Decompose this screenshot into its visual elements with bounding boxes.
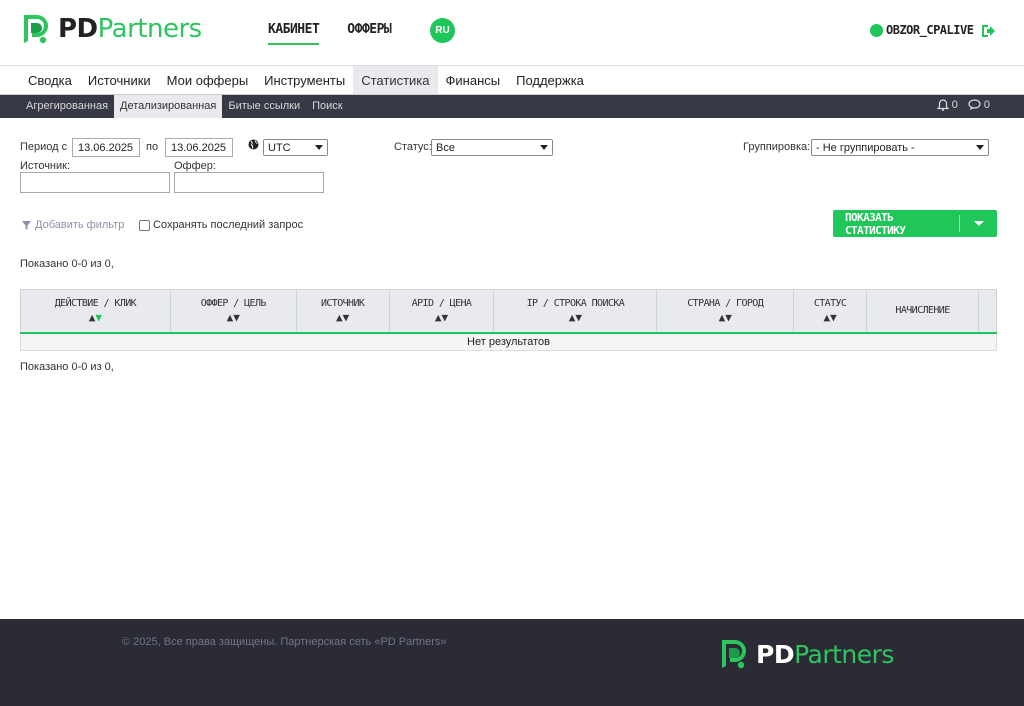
checkbox[interactable] — [139, 219, 150, 231]
user-menu[interactable]: OBZOR_CPALIVE — [870, 23, 974, 37]
column-label: ДЕЙСТВИЕ / КЛИК — [54, 297, 137, 309]
online-status-icon — [870, 23, 883, 37]
chevron-down-icon — [976, 145, 984, 150]
status-label: Статус: — [394, 141, 432, 153]
sort-icon[interactable]: ▲▼ — [657, 311, 793, 324]
mainnav-sources[interactable]: Источники — [80, 66, 159, 94]
footer: © 2025, Все права защищены. Партнерская … — [0, 619, 1024, 706]
column-label: APID / ЦЕНА — [411, 297, 472, 309]
shown-count-bottom: Показано 0-0 из 0, — [20, 361, 114, 373]
grouping-label: Группировка: — [743, 141, 811, 153]
column-header-accrual: НАЧИСЛЕНИЕ — [866, 289, 979, 334]
save-last-query-label: Сохранять последний запрос — [153, 219, 304, 231]
globe-icon — [248, 139, 259, 150]
messages-count: 0 — [983, 99, 990, 111]
sort-icon[interactable]: ▲▼ — [494, 311, 656, 324]
column-header-status[interactable]: СТАТУС ▲▼ — [793, 289, 868, 334]
sort-icon[interactable]: ▲▼ — [794, 311, 866, 324]
footer-logo-text-light: Partners — [794, 639, 894, 669]
column-header-source[interactable]: ИСТОЧНИК ▲▼ — [295, 289, 390, 334]
username: OBZOR_CPALIVE — [886, 23, 974, 37]
date-from-input[interactable] — [72, 138, 140, 157]
logo[interactable]: PDPartners — [20, 13, 202, 45]
source-label: Источник: — [20, 160, 71, 172]
timezone-value: UTC — [268, 141, 291, 154]
subnav-aggregated[interactable]: Агрегированная — [20, 95, 114, 118]
shown-count-top: Показано 0-0 из 0, — [20, 258, 114, 270]
sub-nav: Агрегированная Детализированная Битые сс… — [0, 95, 1024, 118]
to-label: по — [146, 141, 159, 153]
footer-logo-text-bold: PD — [756, 639, 795, 669]
logo-text-light: Partners — [97, 14, 203, 44]
table-row: Нет результатов — [20, 332, 997, 351]
pd-logo-icon — [24, 15, 48, 44]
column-label: IP / СТРОКА ПОИСКА — [526, 297, 625, 309]
save-last-query-checkbox[interactable]: Сохранять последний запрос — [139, 219, 303, 231]
bell-icon — [936, 99, 949, 111]
mainnav-summary[interactable]: Сводка — [20, 66, 80, 94]
topnav-cabinet[interactable]: КАБИНЕТ — [268, 22, 320, 45]
statistics-table: ДЕЙСТВИЕ / КЛИК ▲▼ ОФФЕР / ЦЕЛЬ ▲▼ ИСТОЧНИ… — [20, 289, 998, 351]
column-label: НАЧИСЛЕНИЕ — [895, 305, 950, 317]
column-header-action-click[interactable]: ДЕЙСТВИЕ / КЛИК ▲▼ — [20, 289, 171, 334]
messages-notification[interactable]: 0 — [968, 99, 990, 111]
offer-input[interactable] — [174, 172, 324, 193]
status-value: Все — [436, 141, 455, 154]
grouping-value: - Не группировать - — [816, 141, 915, 154]
pd-logo-icon — [722, 640, 746, 669]
subnav-detailed[interactable]: Детализированная — [114, 95, 223, 118]
subnav-search[interactable]: Поиск — [306, 95, 348, 118]
column-header-apid-price[interactable]: APID / ЦЕНА ▲▼ — [388, 289, 495, 334]
grouping-select[interactable]: - Не группировать - — [811, 139, 989, 156]
top-nav: КАБИНЕТ ОФФЕРЫ — [268, 22, 392, 45]
logout-icon[interactable] — [981, 24, 995, 38]
add-filter-label: Добавить фильтр — [35, 219, 125, 231]
mainnav-support[interactable]: Поддержка — [508, 66, 592, 94]
sort-icon[interactable]: ▲▼ — [21, 311, 170, 324]
column-label: ИСТОЧНИК — [320, 297, 365, 309]
column-label: ОФФЕР / ЦЕЛЬ — [200, 297, 267, 309]
sort-icon[interactable]: ▲▼ — [297, 311, 389, 324]
mainnav-statistics[interactable]: Статистика — [353, 66, 438, 94]
column-header-extra — [977, 289, 998, 334]
show-statistics-label: ПОКАЗАТЬ СТАТИСТИКУ — [845, 210, 906, 237]
copyright: © 2025, Все права защищены. Партнерская … — [122, 636, 447, 648]
bell-count: 0 — [951, 99, 958, 111]
main-nav: Сводка Источники Мои офферы Инструменты … — [0, 66, 1024, 95]
sort-icon[interactable]: ▲▼ — [390, 311, 494, 324]
top-bar: PDPartners КАБИНЕТ ОФФЕРЫ RU OBZOR_CPALI… — [0, 0, 1024, 66]
filter-icon — [22, 220, 31, 230]
bell-notification[interactable]: 0 — [936, 99, 958, 111]
topnav-offers[interactable]: ОФФЕРЫ — [347, 22, 391, 45]
show-statistics-button[interactable]: ПОКАЗАТЬ СТАТИСТИКУ — [833, 210, 997, 237]
offer-label: Оффер: — [174, 160, 216, 172]
column-header-offer-goal[interactable]: ОФФЕР / ЦЕЛЬ ▲▼ — [169, 289, 297, 334]
source-input[interactable] — [20, 172, 170, 193]
notifications: 0 0 — [936, 99, 990, 111]
show-options-dropdown[interactable] — [960, 221, 997, 226]
chat-icon — [968, 99, 981, 110]
chevron-down-icon — [540, 145, 548, 150]
language-button[interactable]: RU — [430, 18, 455, 43]
column-label: СТАТУС — [813, 297, 847, 309]
mainnav-my-offers[interactable]: Мои офферы — [159, 66, 257, 94]
timezone-select[interactable]: UTC — [263, 139, 328, 156]
mainnav-tools[interactable]: Инструменты — [256, 66, 353, 94]
sort-icon[interactable]: ▲▼ — [171, 311, 296, 324]
caret-down-icon — [973, 221, 984, 226]
empty-results: Нет результатов — [20, 332, 997, 351]
column-header-ip-search[interactable]: IP / СТРОКА ПОИСКА ▲▼ — [493, 289, 658, 334]
column-header-country-city[interactable]: СТРАНА / ГОРОД ▲▼ — [656, 289, 795, 334]
logo-text-bold: PD — [58, 14, 98, 44]
period-label: Период с — [20, 141, 68, 153]
footer-logo[interactable]: PDPartners — [718, 638, 894, 670]
chevron-down-icon — [315, 145, 323, 150]
subnav-broken-links[interactable]: Битые ссылки — [222, 95, 306, 118]
mainnav-finance[interactable]: Финансы — [438, 66, 509, 94]
column-label: СТРАНА / ГОРОД — [687, 297, 764, 309]
add-filter-link[interactable]: Добавить фильтр — [22, 219, 124, 231]
date-to-input[interactable] — [165, 138, 233, 157]
status-select[interactable]: Все — [431, 139, 553, 156]
